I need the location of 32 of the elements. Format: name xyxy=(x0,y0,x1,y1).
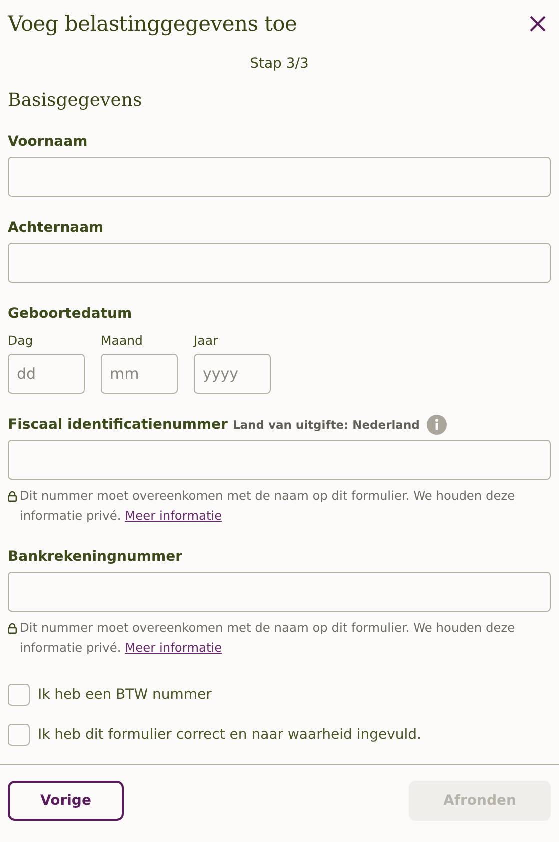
field-label: Fiscaal identificatienummer xyxy=(8,417,228,433)
previous-button[interactable]: Vorige xyxy=(8,781,124,821)
country-label: Land van uitgifte: Nederland xyxy=(232,418,420,432)
section-title: Basisgegevens xyxy=(8,90,144,111)
field-label: Bankrekeningnummer xyxy=(8,549,182,565)
checkbox[interactable] xyxy=(8,684,30,706)
date-part-label: Dag xyxy=(8,333,34,348)
input-field[interactable] xyxy=(8,243,551,283)
date-input[interactable]: mm xyxy=(101,354,178,394)
field-label: Achternaam xyxy=(8,220,104,236)
info-icon[interactable] xyxy=(426,415,447,435)
field-label: Voornaam xyxy=(8,134,88,150)
hint-text: Dit nummer moet overeenkomen met de naam op dit formulier. We houden deze informatie privé. Meer informatie xyxy=(20,488,516,525)
input-field[interactable] xyxy=(8,572,551,612)
date-part-label: Maand xyxy=(101,333,144,348)
close-icon[interactable] xyxy=(529,15,547,33)
lock-icon xyxy=(8,623,17,634)
hint-text: Dit nummer moet overeenkomen met de naam op dit formulier. We houden deze informatie privé. Meer informatie xyxy=(20,620,516,657)
checkbox-label: Ik heb een BTW nummer xyxy=(38,687,212,703)
input-field[interactable] xyxy=(8,157,551,197)
date-part-label: Jaar xyxy=(194,333,220,348)
step-indicator: Stap 3/3 xyxy=(250,56,309,72)
checkbox-label: Ik heb dit formulier correct en naar waarheid ingevuld. xyxy=(38,727,422,743)
input-field[interactable] xyxy=(8,440,551,480)
date-input[interactable]: yyyy xyxy=(194,354,271,394)
lock-icon xyxy=(8,491,17,502)
more-info-link[interactable]: Meer informatie xyxy=(125,509,222,523)
checkbox[interactable] xyxy=(8,724,30,746)
date-input[interactable]: dd xyxy=(8,354,85,394)
dialog-title: Voeg belastinggegevens toe xyxy=(8,12,298,36)
more-info-link[interactable]: Meer informatie xyxy=(125,641,222,655)
field-label: Geboortedatum xyxy=(8,306,132,322)
